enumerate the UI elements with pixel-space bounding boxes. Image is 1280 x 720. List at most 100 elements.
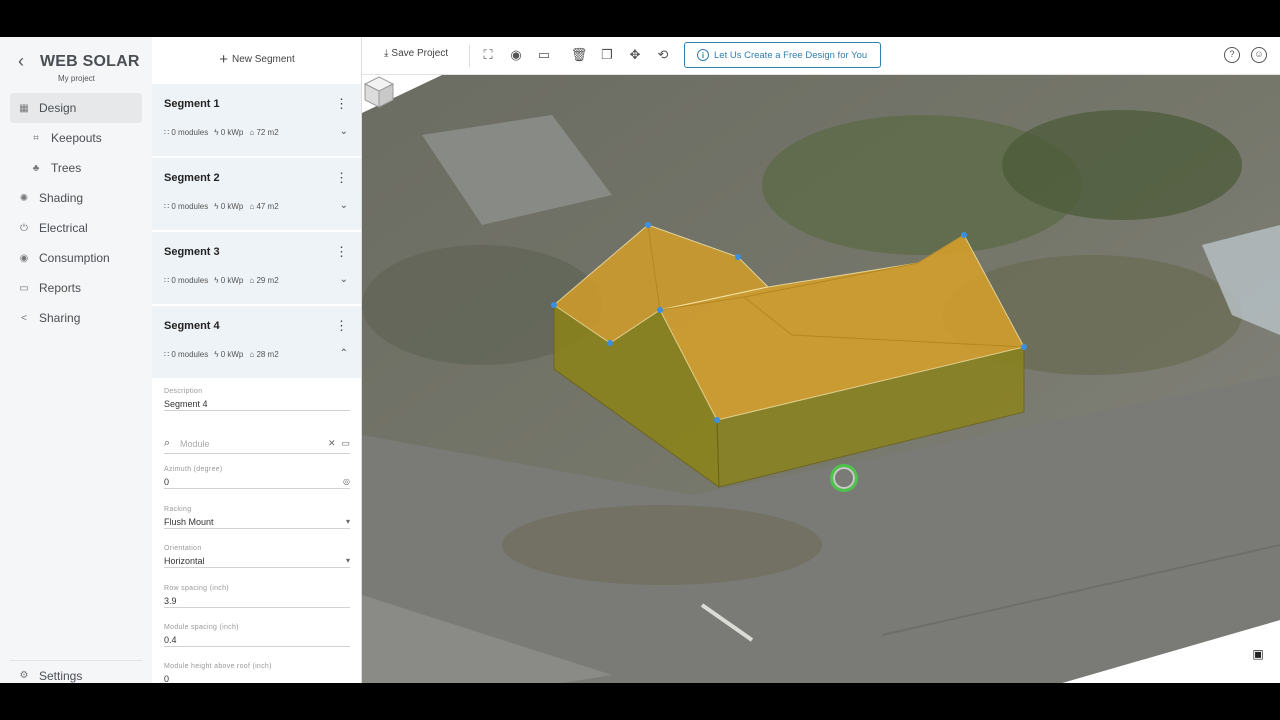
segment-meta: ∷ 0 modules ϟ 0 kWp ⌂ 29 m2	[164, 276, 279, 285]
clear-icon[interactable]: ✕	[328, 438, 336, 449]
meter-icon: ◉	[19, 252, 29, 264]
orientation-field[interactable]: Orientation Horizontal ▾	[164, 545, 350, 568]
save-label: Save Project	[391, 48, 449, 59]
dropdown-arrow-icon: ▾	[345, 556, 350, 565]
chevron-down-icon[interactable]: ⌄	[340, 274, 348, 285]
segment-card[interactable]: Segment 3 ⋮ ∷ 0 modules ϟ 0 kWp ⌂ 29 m2 …	[152, 232, 361, 305]
nav-item-sharing[interactable]: < Sharing	[10, 303, 142, 333]
nav-item-trees[interactable]: ♣ Trees	[10, 153, 142, 183]
segment-card[interactable]: Segment 2 ⋮ ∷ 0 modules ϟ 0 kWp ⌂ 47 m2 …	[152, 158, 361, 231]
nav-item-keepouts[interactable]: ⌗ Keepouts	[10, 123, 142, 153]
nav-item-label: Keepouts	[51, 131, 102, 145]
trash-icon[interactable]: 🗑	[570, 46, 588, 64]
app-window: ‹ WEB SOLAR My project ▦ Design ⌗ Keepou…	[0, 37, 1280, 683]
segment-name: Segment 4	[164, 320, 220, 332]
area-value: ⌂ 72 m2	[249, 128, 279, 137]
map-layers-icon[interactable]: ▣	[1246, 642, 1270, 666]
segment-card[interactable]: Segment 1 ⋮ ∷ 0 modules ϟ 0 kWp ⌂ 72 m2 …	[152, 84, 361, 157]
description-field[interactable]: Description Segment 4	[164, 388, 350, 411]
free-design-button[interactable]: i Let Us Create a Free Design for You	[684, 42, 881, 68]
help-icon[interactable]: ?	[1224, 47, 1240, 63]
history-icon[interactable]: ⟲	[654, 46, 672, 64]
search-icon: ⌕	[164, 437, 171, 449]
chevron-down-icon[interactable]: ⌄	[340, 200, 348, 211]
orientation-value: Horizontal	[164, 555, 205, 566]
modules-count: ∷ 0 modules	[164, 276, 209, 285]
app-title: WEB SOLAR	[40, 52, 140, 70]
nav-item-reports[interactable]: ▭ Reports	[10, 273, 142, 303]
target-icon[interactable]: ◎	[343, 477, 350, 486]
chevron-up-icon[interactable]: ⌃	[340, 348, 348, 359]
plug-icon: ⏻	[20, 222, 28, 234]
row-spacing-input[interactable]: 3.9	[164, 592, 350, 608]
field-label: Racking	[164, 506, 192, 513]
field-label: Module spacing (inch)	[164, 624, 239, 631]
orientation-select[interactable]: Horizontal ▾	[164, 552, 350, 568]
free-design-label: Let Us Create a Free Design for You	[714, 49, 868, 61]
brand: ‹ WEB SOLAR	[18, 51, 140, 72]
nav-item-shading[interactable]: ✺ Shading	[10, 183, 142, 213]
azimuth-input[interactable]: 0 ◎	[164, 473, 350, 489]
row-spacing-field[interactable]: Row spacing (inch) 3.9	[164, 585, 350, 608]
module-search[interactable]: ⌕ Module ✕ ▭	[164, 434, 350, 454]
kwp-value: ϟ 0 kWp	[214, 276, 244, 285]
new-segment-button[interactable]: + New Segment	[152, 51, 361, 68]
nav-item-label: Shading	[39, 191, 84, 205]
cursor-indicator	[830, 464, 858, 492]
eye-icon[interactable]: ◉	[507, 46, 525, 64]
toolbar: ⤓ Save Project ⛶ ◉ ▭ 🗑 ❐ ✥ ⟲ i Let Us Cr…	[362, 37, 1280, 75]
gear-icon: ⚙	[19, 670, 29, 681]
modules-count: ∷ 0 modules	[164, 202, 209, 211]
satellite-scene	[362, 75, 1280, 683]
fullscreen-icon[interactable]: ⛶	[479, 46, 497, 64]
move-icon[interactable]: ✥	[626, 46, 644, 64]
tree-icon: ♣	[32, 162, 40, 174]
segment-meta: ∷ 0 modules ϟ 0 kWp ⌂ 47 m2	[164, 202, 279, 211]
module-spacing-input[interactable]: 0.4	[164, 631, 350, 647]
nav-item-design[interactable]: ▦ Design	[10, 93, 142, 123]
nav-item-electrical[interactable]: ⏻ Electrical	[10, 213, 142, 243]
module-spacing-field[interactable]: Module spacing (inch) 0.4	[164, 624, 350, 647]
kwp-value: ϟ 0 kWp	[214, 128, 244, 137]
field-label: Azimuth (degree)	[164, 466, 223, 473]
info-icon: i	[697, 49, 709, 61]
keepout-icon: ⌗	[33, 132, 39, 144]
vegetation	[502, 505, 822, 585]
chevron-down-icon[interactable]: ⌄	[340, 126, 348, 137]
ruler-icon[interactable]: ▭	[535, 46, 553, 64]
field-label: Orientation	[164, 545, 202, 552]
segment-card[interactable]: Segment 4 ⋮ ∷ 0 modules ϟ 0 kWp ⌂ 28 m2 …	[152, 306, 361, 379]
account-icon[interactable]: ☺	[1251, 47, 1267, 63]
project-name: My project	[58, 74, 95, 83]
copy-icon[interactable]: ❐	[598, 46, 616, 64]
segment-name: Segment 1	[164, 98, 220, 110]
more-vert-icon[interactable]: ⋮	[335, 318, 348, 334]
field-label: Row spacing (inch)	[164, 585, 229, 592]
module-height-input[interactable]: 0	[164, 670, 350, 684]
nav-item-label: Consumption	[39, 251, 110, 265]
save-project-button[interactable]: ⤓ Save Project	[384, 48, 448, 59]
azimuth-field[interactable]: Azimuth (degree) 0 ◎	[164, 466, 350, 489]
segment-meta: ∷ 0 modules ϟ 0 kWp ⌂ 72 m2	[164, 128, 279, 137]
module-height-field[interactable]: Module height above roof (inch) 0	[164, 663, 350, 683]
segments-panel: + New Segment Segment 1 ⋮ ∷ 0 modules ϟ 0…	[152, 37, 362, 683]
folder-icon: ▭	[19, 282, 29, 294]
racking-select[interactable]: Flush Mount ▾	[164, 513, 350, 529]
module-input[interactable]: Module	[180, 439, 328, 449]
more-vert-icon[interactable]: ⋮	[335, 244, 348, 260]
description-input[interactable]: Segment 4	[164, 395, 350, 411]
new-segment-label: New Segment	[231, 54, 295, 65]
more-vert-icon[interactable]: ⋮	[335, 96, 348, 112]
folder-icon[interactable]: ▭	[341, 438, 350, 449]
racking-field[interactable]: Racking Flush Mount ▾	[164, 506, 350, 529]
nav-list: ▦ Design ⌗ Keepouts ♣ Trees ✺ Shading ⏻ …	[10, 93, 142, 333]
nav-item-consumption[interactable]: ◉ Consumption	[10, 243, 142, 273]
back-arrow-icon[interactable]: ‹	[18, 51, 32, 72]
view-cube-icon[interactable]	[362, 75, 396, 109]
more-vert-icon[interactable]: ⋮	[335, 170, 348, 186]
area-value: ⌂ 47 m2	[249, 202, 279, 211]
map-viewport[interactable]: ▣	[362, 75, 1280, 683]
modules-count: ∷ 0 modules	[164, 350, 209, 359]
segment-meta: ∷ 0 modules ϟ 0 kWp ⌂ 28 m2	[164, 350, 279, 359]
nav-item-settings[interactable]: ⚙ Settings	[10, 660, 142, 683]
